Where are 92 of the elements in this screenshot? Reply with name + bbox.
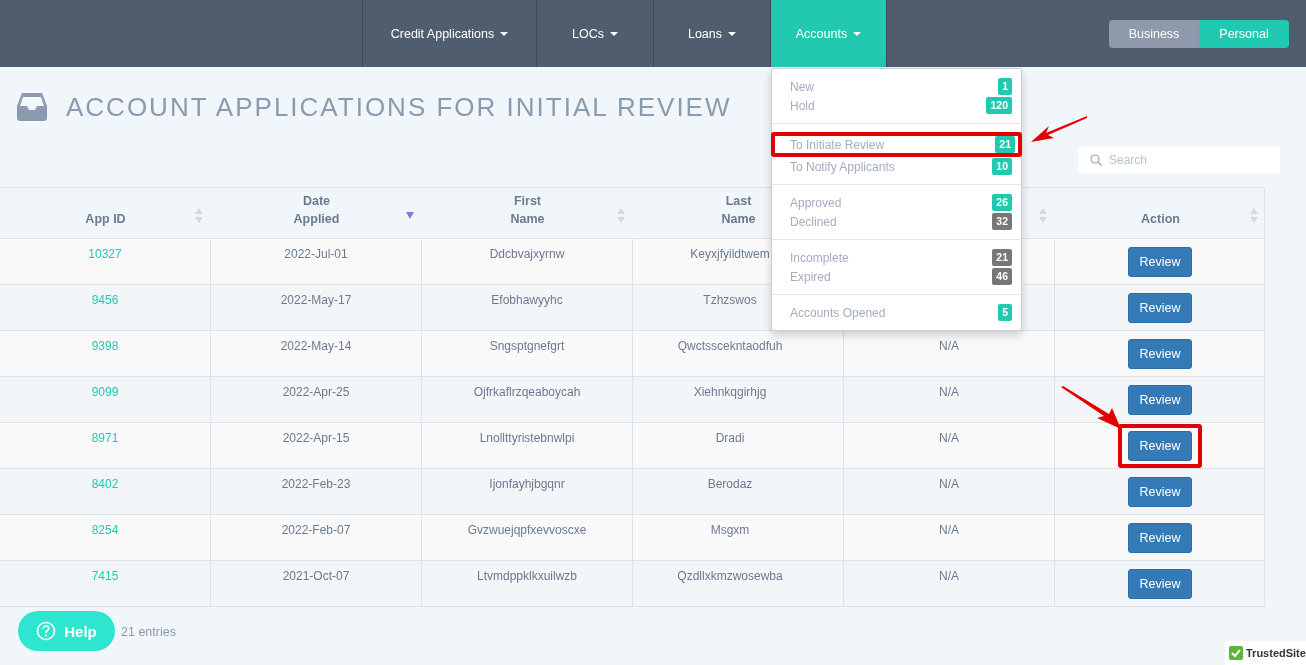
table-cell: Qwctsscekntaodfuh bbox=[677, 339, 783, 353]
table-cell: Dradi bbox=[715, 431, 745, 445]
nav-menu-item[interactable]: LOCs bbox=[537, 0, 654, 67]
page-title: ACCOUNT APPLICATIONS FOR INITIAL REVIEW bbox=[66, 91, 732, 123]
table-cell: Msgxm bbox=[710, 523, 750, 537]
trust-badge-label: TrustedSite bbox=[1246, 647, 1306, 659]
dropdown-item[interactable]: To Initiate Review 21 bbox=[778, 136, 1015, 153]
table-cell: N/A bbox=[939, 569, 959, 583]
count-badge: 46 bbox=[992, 268, 1012, 285]
count-badge: 32 bbox=[992, 213, 1012, 230]
table-cell: Gvzwuejqpfxevvoscxe bbox=[467, 523, 587, 537]
table-cell: 2022-Feb-07 bbox=[281, 523, 351, 537]
sort-icon[interactable] bbox=[617, 208, 625, 223]
dropdown-item[interactable]: To Notify Applicants 10 bbox=[772, 157, 1021, 176]
question-circle-icon bbox=[36, 621, 57, 641]
count-badge: 10 bbox=[992, 158, 1012, 175]
count-badge: 120 bbox=[986, 97, 1012, 114]
review-button[interactable]: Review bbox=[1128, 568, 1192, 599]
table-cell: 2021-Oct-07 bbox=[282, 569, 350, 583]
count-badge: 21 bbox=[992, 249, 1012, 266]
table-cell: 2022-May-17 bbox=[280, 293, 352, 307]
dropdown-item-label: To Initiate Review bbox=[790, 137, 885, 152]
dropdown-item[interactable]: Declined 32 bbox=[772, 212, 1021, 231]
table-cell: 2022-Apr-25 bbox=[282, 385, 350, 399]
table-cell: Ltvmdppklkxuilwzb bbox=[476, 569, 577, 583]
table-cell: N/A bbox=[939, 477, 959, 491]
dropdown-item[interactable]: Expired 46 bbox=[772, 267, 1021, 286]
table-cell: N/A bbox=[939, 339, 959, 353]
sort-icon[interactable] bbox=[195, 208, 203, 223]
table-cell: Berodaz bbox=[707, 477, 753, 491]
dropdown-item-label: Approved bbox=[790, 195, 842, 210]
dropdown-item-label: To Notify Applicants bbox=[790, 159, 895, 174]
dropdown-item-label: Expired bbox=[790, 269, 831, 284]
table-cell: Ddcbvajxyrnw bbox=[489, 247, 565, 261]
table-cell: 2022-Jul-01 bbox=[284, 247, 348, 261]
count-badge: 1 bbox=[998, 78, 1012, 95]
dropdown-item-label: Incomplete bbox=[790, 250, 849, 265]
table-cell: N/A bbox=[939, 431, 959, 445]
table-cell: Tzhzswos bbox=[703, 293, 757, 307]
review-button[interactable]: Review bbox=[1128, 430, 1192, 461]
dropdown-item-label: Accounts Opened bbox=[790, 305, 886, 320]
table-cell: Qzdllxkmzwosewba bbox=[677, 569, 783, 583]
caret-icon bbox=[728, 31, 737, 36]
column-header[interactable]: Date Applied bbox=[293, 192, 340, 228]
table-cell: Ijonfayhjbgqnr bbox=[489, 477, 565, 491]
column-header[interactable]: Action bbox=[1141, 210, 1180, 228]
count-badge: 5 bbox=[998, 304, 1012, 321]
dropdown-item-label: Declined bbox=[790, 214, 837, 229]
table-cell: N/A bbox=[939, 523, 959, 537]
table-cell: Ojfrkaflrzqeaboycah bbox=[473, 385, 581, 399]
review-button[interactable]: Review bbox=[1128, 476, 1192, 507]
segment-toggle[interactable]: Business bbox=[1109, 19, 1199, 48]
dropdown-item-label: Hold bbox=[790, 98, 815, 113]
review-button[interactable]: Review bbox=[1128, 338, 1192, 369]
caret-icon bbox=[609, 31, 618, 36]
column-header[interactable]: App ID bbox=[85, 210, 126, 228]
trust-badge[interactable]: TrustedSite bbox=[1225, 641, 1306, 665]
dropdown-item[interactable]: New 1 bbox=[772, 77, 1021, 96]
entries-count: 21 entries bbox=[121, 625, 176, 639]
dropdown-item-label: New bbox=[790, 79, 814, 94]
table-cell: Efobhawyyhc bbox=[491, 293, 563, 307]
sort-icon[interactable] bbox=[1250, 208, 1258, 223]
review-button[interactable]: Review bbox=[1128, 292, 1192, 323]
column-header[interactable]: First Name bbox=[510, 192, 545, 228]
dropdown-item[interactable]: Approved 26 bbox=[772, 193, 1021, 212]
count-badge: 21 bbox=[995, 136, 1015, 153]
search-field[interactable]: Search bbox=[1078, 147, 1280, 173]
sort-icon[interactable] bbox=[1039, 208, 1047, 223]
review-button[interactable]: Review bbox=[1128, 522, 1192, 553]
search-icon bbox=[1090, 154, 1102, 166]
column-header[interactable]: Last Name bbox=[721, 192, 756, 228]
review-button[interactable]: Review bbox=[1128, 384, 1192, 415]
sort-descending-icon[interactable] bbox=[406, 212, 414, 219]
dropdown-item[interactable]: Hold 120 bbox=[772, 96, 1021, 115]
table-cell: Lnollttyristebnwlpi bbox=[479, 431, 575, 445]
table-cell: 2022-May-14 bbox=[280, 339, 352, 353]
table-cell: 2022-Feb-23 bbox=[281, 477, 351, 491]
checkbox-check-icon bbox=[1229, 646, 1243, 660]
nav-menu-item[interactable]: Credit Applications bbox=[363, 0, 537, 67]
caret-icon bbox=[500, 31, 509, 36]
table-cell: 2022-Apr-15 bbox=[282, 431, 350, 445]
inbox-icon bbox=[17, 93, 47, 121]
table-cell: Xiehnkqgirhjg bbox=[693, 385, 767, 399]
dropdown-item[interactable]: Accounts Opened 5 bbox=[772, 303, 1021, 322]
pointer-arrow bbox=[1030, 114, 1088, 144]
dropdown-item[interactable]: Incomplete 21 bbox=[772, 248, 1021, 267]
count-badge: 26 bbox=[992, 194, 1012, 211]
table-cell: Sngsptgnefgrt bbox=[489, 339, 565, 353]
table-cell: N/A bbox=[939, 385, 959, 399]
caret-icon bbox=[853, 31, 862, 36]
table-cell: Keyxjfyildtwem bbox=[690, 247, 770, 261]
review-button[interactable]: Review bbox=[1128, 246, 1192, 277]
